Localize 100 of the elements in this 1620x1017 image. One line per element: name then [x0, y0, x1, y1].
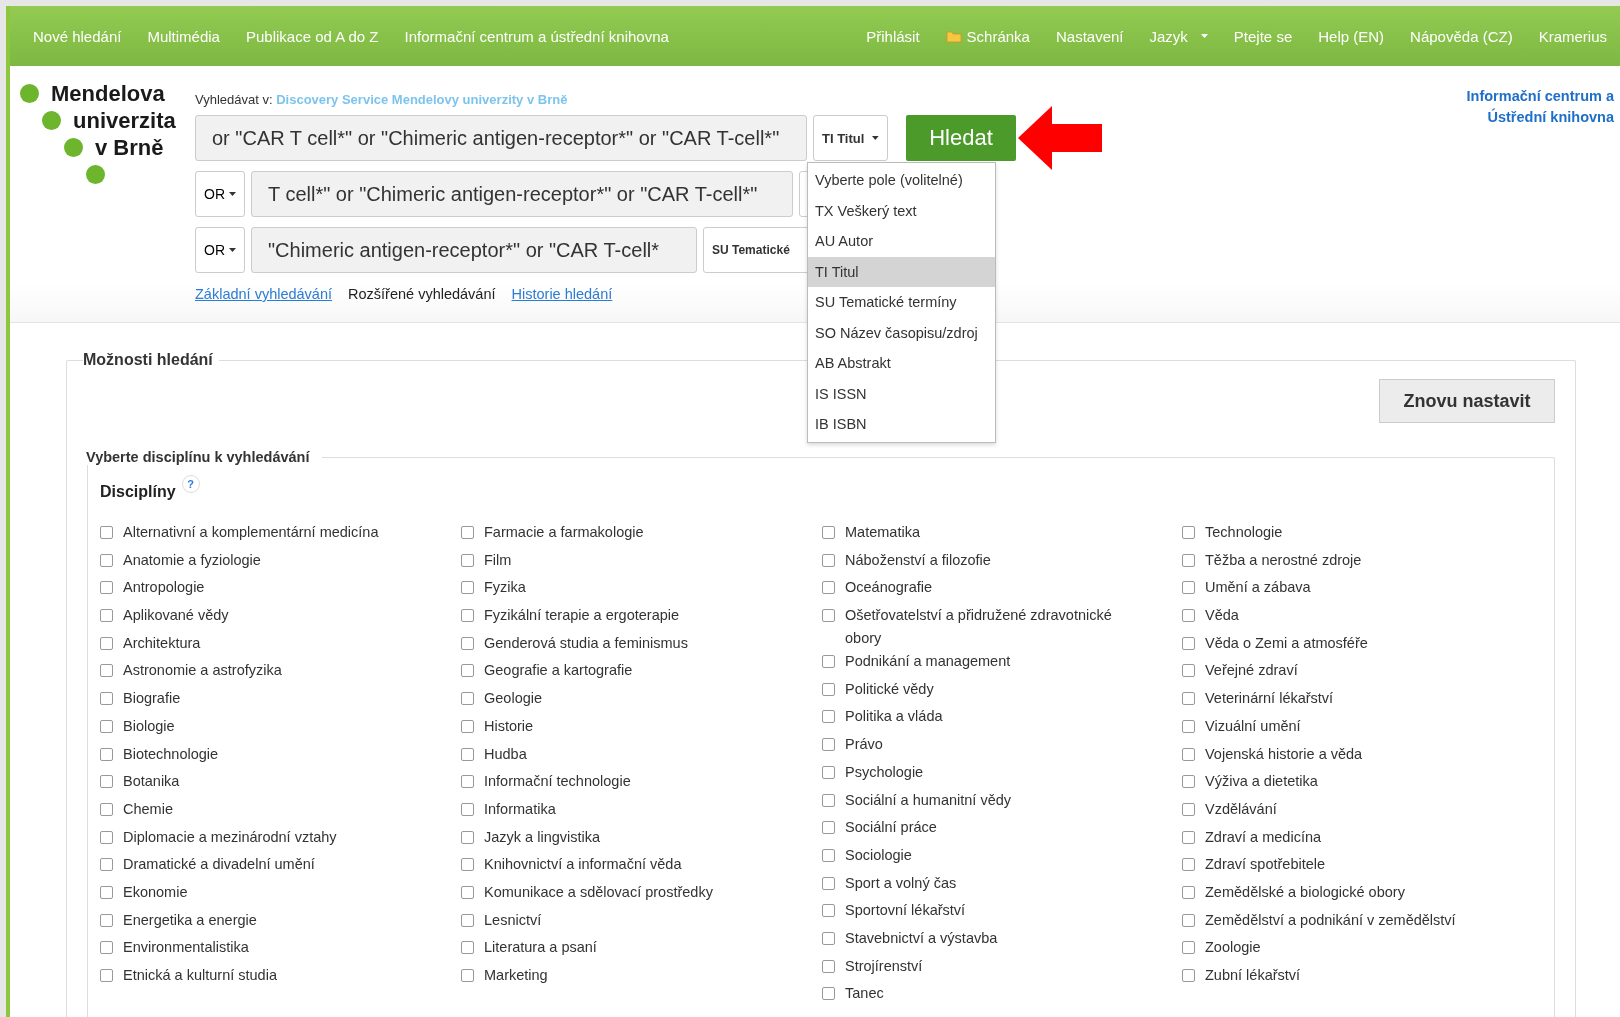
checkbox-label: Etnická a kulturní studia	[123, 966, 277, 985]
field-select[interactable]: TI Titul	[813, 115, 888, 161]
checkbox[interactable]	[461, 747, 474, 761]
checkbox[interactable]	[822, 765, 835, 779]
logo-text: univerzita	[73, 107, 176, 134]
checkbox[interactable]	[100, 858, 113, 872]
checkbox-label: Tanec	[845, 984, 884, 1004]
checkbox[interactable]	[461, 526, 474, 539]
checkbox[interactable]	[1182, 802, 1195, 816]
checkbox[interactable]	[822, 738, 835, 752]
folder-icon	[945, 29, 962, 43]
checkbox[interactable]	[1182, 913, 1195, 927]
query-field[interactable]: T cell*" or "Chimeric antigen-receptor*" or "CAR T-cell*"	[251, 171, 793, 217]
checkbox[interactable]	[100, 775, 113, 789]
checkbox[interactable]	[461, 775, 474, 789]
dropdown-option[interactable]: IB ISBN	[808, 409, 995, 440]
checkbox[interactable]	[822, 904, 835, 918]
checkbox[interactable]	[461, 553, 474, 567]
reset-button[interactable]: Znovu nastavit	[1379, 379, 1555, 423]
checkbox[interactable]	[822, 581, 835, 595]
checkbox[interactable]	[461, 830, 474, 844]
dropdown-option[interactable]: SO Název časopisu/zdroj	[808, 317, 995, 348]
dropdown-option[interactable]: SU Tematické termíny	[808, 287, 995, 318]
checkbox[interactable]	[461, 885, 474, 899]
checkbox[interactable]	[1182, 885, 1195, 899]
checkbox-label: Botanika	[123, 772, 180, 792]
dropdown-option[interactable]: IS ISSN	[808, 378, 995, 409]
checkbox[interactable]	[1182, 941, 1195, 955]
checkbox[interactable]	[461, 969, 474, 982]
checkbox[interactable]	[1182, 664, 1195, 678]
checkbox-label: Biografie	[123, 689, 181, 709]
checkbox[interactable]	[100, 941, 113, 955]
search-button[interactable]: Hledat	[906, 115, 1016, 161]
checkbox[interactable]	[822, 553, 835, 567]
checkbox[interactable]	[100, 802, 113, 816]
checkbox[interactable]	[100, 719, 113, 733]
checkbox[interactable]	[100, 747, 113, 761]
checkbox-label: Vojenská historie a věda	[1205, 744, 1363, 764]
query-field[interactable]: "Chimeric antigen-receptor*" or "CAR T-cell*	[251, 227, 697, 273]
checkbox[interactable]	[461, 664, 474, 678]
checkbox[interactable]	[822, 931, 835, 945]
checkbox[interactable]	[1182, 775, 1195, 789]
checkbox[interactable]	[1182, 747, 1195, 761]
checkbox[interactable]	[822, 793, 835, 807]
checkbox[interactable]	[461, 858, 474, 872]
checkbox[interactable]	[1182, 636, 1195, 650]
checkbox[interactable]	[461, 913, 474, 927]
checkbox[interactable]	[100, 636, 113, 650]
checkbox[interactable]	[100, 609, 113, 623]
checkbox[interactable]	[100, 664, 113, 678]
checkbox[interactable]	[461, 719, 474, 733]
checkbox[interactable]	[1182, 692, 1195, 706]
dropdown-option[interactable]: AB Abstrakt	[808, 348, 995, 379]
checkbox[interactable]	[100, 830, 113, 844]
checkbox-label: Environmentalistika	[123, 938, 249, 958]
checkbox[interactable]	[822, 655, 835, 669]
checkbox[interactable]	[100, 692, 113, 706]
checkbox[interactable]	[1182, 609, 1195, 623]
checkbox[interactable]	[822, 876, 835, 890]
checkbox-label: Sociologie	[845, 845, 912, 865]
checkbox-label: Umění a zábava	[1205, 578, 1311, 598]
checkbox[interactable]	[1182, 719, 1195, 733]
checkbox[interactable]	[100, 526, 113, 539]
checkbox-label: Zoologie	[1205, 938, 1261, 958]
checkbox[interactable]	[461, 692, 474, 706]
checkbox[interactable]	[822, 682, 835, 696]
checkbox[interactable]	[1182, 858, 1195, 872]
checkbox[interactable]	[461, 941, 474, 955]
checkbox[interactable]	[461, 636, 474, 650]
checkbox[interactable]	[822, 987, 835, 1001]
checkbox[interactable]	[100, 913, 113, 927]
checkbox[interactable]	[822, 609, 835, 623]
checkbox[interactable]	[1182, 553, 1195, 567]
checkbox[interactable]	[100, 581, 113, 595]
checkbox-label: Sociální práce	[845, 818, 937, 838]
checkbox[interactable]	[461, 802, 474, 816]
checkbox[interactable]	[1182, 581, 1195, 595]
checkbox[interactable]	[100, 553, 113, 567]
checkbox[interactable]	[1182, 969, 1195, 982]
checkbox[interactable]	[1182, 830, 1195, 844]
checkbox[interactable]	[822, 821, 835, 835]
checkbox[interactable]	[461, 609, 474, 623]
search-mode-link[interactable]: Základní vyhledávání	[195, 286, 333, 302]
checkbox[interactable]	[100, 969, 113, 982]
checkbox[interactable]	[1182, 526, 1195, 539]
operator-select[interactable]: OR	[195, 171, 245, 217]
checkbox[interactable]	[100, 885, 113, 899]
checkbox[interactable]	[822, 710, 835, 724]
checkbox[interactable]	[822, 959, 835, 973]
library-link[interactable]: Informační centrum a Ústřední knihovna	[1454, 86, 1614, 128]
query-field[interactable]: or "CAR T cell*" or "Chimeric antigen-receptor*" or "CAR T-cell*"	[195, 115, 807, 161]
logo-text: Mendelova	[51, 80, 165, 107]
operator-select[interactable]: OR	[195, 227, 245, 273]
checkbox[interactable]	[822, 848, 835, 862]
dropdown-option[interactable]: Vyberte pole (volitelné)	[808, 165, 995, 196]
dropdown-option[interactable]: TX Veškerý text	[808, 195, 995, 226]
dropdown-option[interactable]: TI Titul	[808, 256, 995, 287]
checkbox[interactable]	[461, 581, 474, 595]
search-mode-link[interactable]: Historie hledání	[511, 286, 613, 302]
checkbox[interactable]	[822, 526, 835, 539]
